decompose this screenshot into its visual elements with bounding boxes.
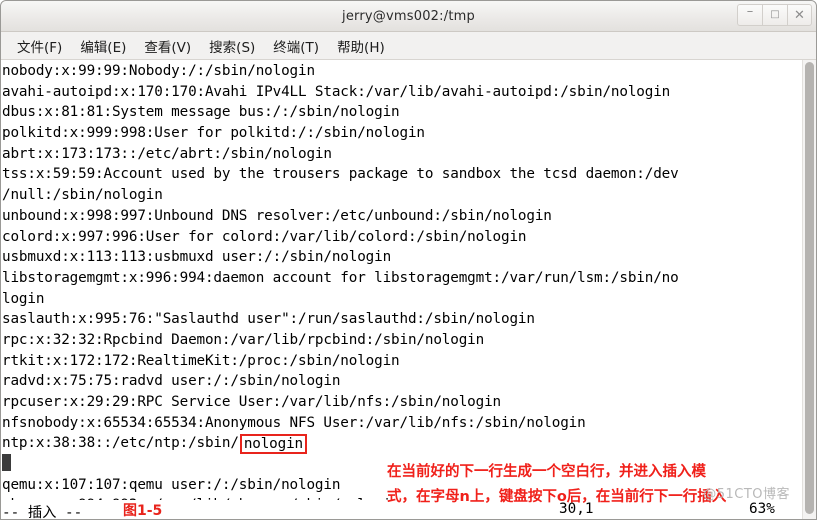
menu-item-help[interactable]: 帮助(H) [328,34,394,58]
terminal-line: saslauth:x:995:76:"Saslauthd user":/run/… [2,311,535,328]
terminal-line: login [2,290,45,307]
scrollbar-thumb[interactable] [805,62,814,514]
terminal-line: avahi-autoipd:x:170:170:Avahi IPv4LL Sta… [2,83,671,100]
terminal-line: rtkit:x:172:172:RealtimeKit:/proc:/sbin/… [2,352,400,369]
highlight-box-nologin: nologin [239,434,308,455]
menu-item-search[interactable]: 搜索(S) [200,34,264,58]
close-icon: ✕ [794,7,805,23]
terminal-line: colord:x:997:996:User for colord:/var/li… [2,228,527,245]
terminal-line: rpc:x:32:32:Rpcbind Daemon:/var/lib/rpcb… [2,331,485,348]
vertical-scrollbar[interactable] [802,60,816,519]
terminal-line: tss:x:59:59:Account used by the trousers… [2,166,679,183]
minimize-icon: – [746,3,754,19]
title-bar[interactable]: jerry@vms002:/tmp – □ ✕ [1,1,816,32]
terminal-output[interactable]: nobody:x:99:99:Nobody:/:/sbin/nologin ava… [1,60,802,520]
terminal-line: nobody:x:99:99:Nobody:/:/sbin/nologin [2,63,315,79]
terminal-line-cursor [2,454,802,475]
menu-item-file[interactable]: 文件(F) [8,34,71,58]
maximize-button[interactable]: □ [762,4,787,26]
highlighted-line-prefix: ntp:x:38:38::/etc/ntp:/sbin/ [2,435,239,452]
close-button[interactable]: ✕ [787,4,812,26]
menu-item-terminal[interactable]: 终端(T) [264,34,328,58]
terminal-window: jerry@vms002:/tmp – □ ✕ 文件(F) 编辑(E) 查看(V… [0,0,817,520]
window-title: jerry@vms002:/tmp [342,8,475,24]
terminal-line: qemu:x:107:107:qemu user:/:/sbin/nologin [2,476,341,493]
terminal-line: nfsnobody:x:65534:65534:Anonymous NFS Us… [2,414,586,431]
terminal-line-highlighted: ntp:x:38:38::/etc/ntp:/sbin/nologin [2,433,802,455]
figure-caption-label: 图1-5 [123,503,163,519]
cursor-block [2,454,11,472]
maximize-icon: □ [770,9,780,20]
terminal-area: nobody:x:99:99:Nobody:/:/sbin/nologin ava… [1,60,816,520]
vim-status-line: -- 插入 -- 图1-5 30,1 63% [1,500,802,520]
terminal-line: abrt:x:173:173::/etc/abrt:/sbin/nologin [2,145,332,162]
terminal-line: dbus:x:81:81:System message bus:/:/sbin/… [2,104,400,121]
terminal-line: unbound:x:998:997:Unbound DNS resolver:/… [2,207,552,224]
terminal-line: radvd:x:75:75:radvd user:/:/sbin/nologin [2,373,341,390]
status-scroll-percent: 63% [749,501,775,517]
menu-bar: 文件(F) 编辑(E) 查看(V) 搜索(S) 终端(T) 帮助(H) [1,32,816,60]
terminal-line: rpcuser:x:29:29:RPC Service User:/var/li… [2,394,501,410]
window-controls: – □ ✕ [737,4,812,26]
terminal-line: libstoragemgmt:x:996:994:daemon account … [2,269,679,286]
menu-item-view[interactable]: 查看(V) [135,34,200,58]
terminal-line: polkitd:x:999:998:User for polkitd:/:/sb… [2,125,425,142]
terminal-line: usbmuxd:x:113:113:usbmuxd user:/:/sbin/n… [2,249,392,266]
terminal-line-list: nobody:x:99:99:Nobody:/:/sbin/nologin ava… [2,61,802,433]
menu-item-edit[interactable]: 编辑(E) [71,34,135,58]
status-cursor-position: 30,1 [559,501,594,517]
status-mode-insert: -- 插入 -- [2,505,83,520]
terminal-line: /null:/sbin/nologin [2,187,163,204]
minimize-button[interactable]: – [737,4,762,26]
